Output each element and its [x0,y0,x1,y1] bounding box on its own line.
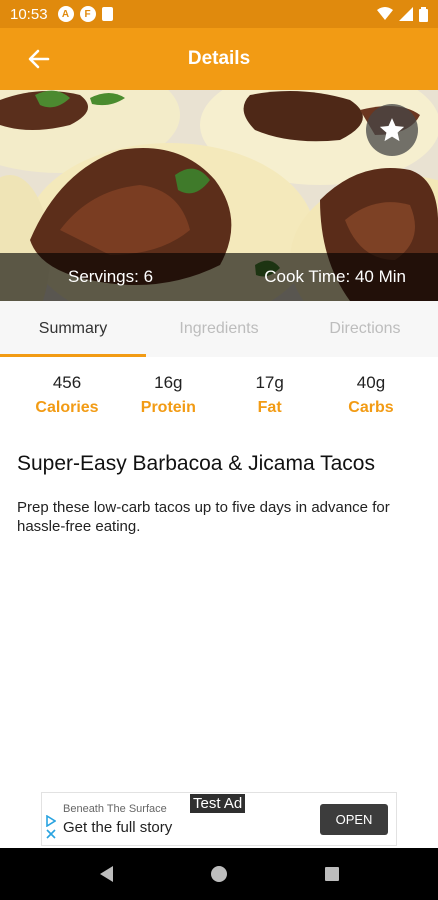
play-triangle-icon [46,815,56,827]
home-circle-icon [210,866,227,882]
recents-square-icon [324,867,339,881]
arrow-left-icon [28,49,50,69]
fat-label: Fat [257,399,282,416]
protein-value: 16g [154,373,183,392]
calories-label: Calories [35,399,99,416]
ad-choices-icon[interactable] [44,815,58,845]
a-circle-icon: A [57,6,74,22]
battery-icon [419,6,428,22]
carbs-label: Carbs [348,399,394,416]
status-system-icons [377,6,428,22]
nav-recents-button[interactable] [317,859,347,889]
nav-back-button[interactable] [91,859,121,889]
status-notification-icons: A F [57,6,113,22]
favorite-button[interactable] [366,104,418,156]
f-circle-icon: F [79,6,96,22]
recipe-meta-overlay: Servings: 6 Cook Time: 40 Min [0,253,438,301]
system-nav-bar [0,848,438,900]
page-title: Details [187,48,251,69]
tab-ingredients[interactable]: Ingredients [146,301,292,357]
tab-summary[interactable]: Summary [0,301,146,357]
sd-card-icon [101,7,113,21]
ad-advertiser: Beneath The Surface [63,803,167,815]
ad-banner[interactable]: Beneath The Surface Get the full story T… [41,792,397,846]
test-ad-badge: Test Ad [190,794,246,813]
status-bar: 10:53 A F [0,0,438,28]
tab-directions[interactable]: Directions [292,301,438,357]
carbs-value: 40g [356,373,386,392]
close-icon [46,829,56,839]
back-triangle-icon [100,866,114,882]
nutrition-carbs: 40g Carbs [321,370,421,417]
nutrition-summary: 456 Calories 16g Protein 17g Fat 40g Car… [17,370,421,417]
recipe-image: Servings: 6 Cook Time: 40 Min [0,90,438,301]
fat-value: 17g [255,373,284,392]
nutrition-protein: 16g Protein [118,370,218,417]
servings-text: Servings: 6 [68,267,154,286]
nutrition-fat: 17g Fat [220,370,320,417]
ad-headline: Get the full story [63,819,173,836]
wifi-icon [377,7,393,20]
protein-label: Protein [140,399,196,416]
tab-bar: Summary Ingredients Directions [0,301,438,357]
star-icon [379,118,405,142]
status-time: 10:53 [10,5,48,23]
recipe-description: Prep these low-carb tacos up to five day… [17,499,390,535]
back-button[interactable] [22,42,56,76]
calories-value: 456 [52,373,82,392]
nav-home-button[interactable] [204,859,234,889]
signal-icon [399,7,413,21]
ad-open-button[interactable]: OPEN [320,804,388,835]
recipe-title: Super-Easy Barbacoa & Jicama Tacos [17,452,375,475]
cook-time-text: Cook Time: 40 Min [264,267,406,286]
app-bar: Details [0,28,438,90]
nutrition-calories: 456 Calories [17,370,117,417]
